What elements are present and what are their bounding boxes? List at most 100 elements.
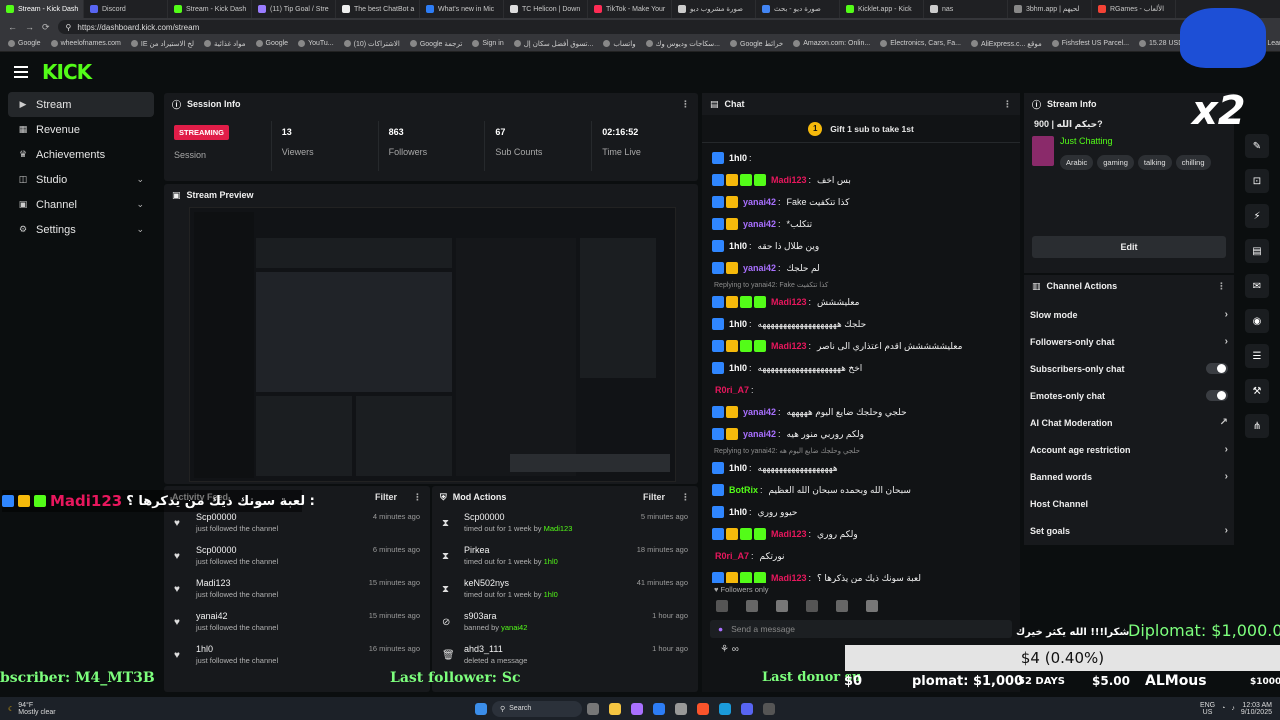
activity-username[interactable]: Madi123 <box>196 578 278 588</box>
browser-tab[interactable]: Kicklet.app - Kick <box>840 0 924 18</box>
browser-tab[interactable]: Stream - Kick Dash <box>0 0 84 18</box>
kick-logo[interactable]: KICK <box>42 60 92 84</box>
stream-tag[interactable]: chilling <box>1175 155 1211 170</box>
chat-message[interactable]: 1hl0: حلجك هههههههههههههههههههه <box>702 313 1020 335</box>
weather-widget[interactable]: ☾ 94°F Mostly clear <box>0 702 140 716</box>
lightning-icon[interactable]: ⚡ <box>1245 204 1269 228</box>
chat-message[interactable]: yanai42: ولكم روربي منور هيه <box>702 423 1020 445</box>
stream-tag[interactable]: Arabic <box>1060 155 1094 170</box>
mod-action-row[interactable]: ⊘ s903ara banned by yanai42 1 hour ago <box>432 607 698 640</box>
chat-message[interactable]: Madi123: معليششششش اقدم اعتذاري الى ناصر <box>702 335 1020 357</box>
chat-message[interactable]: R0ri_A7: نورتكم <box>702 545 1020 567</box>
activity-row[interactable]: ♥ 1hl0 just followed the channel 16 minutes… <box>164 640 430 673</box>
browser-tab[interactable]: (11) Tip Goal / Stre <box>252 0 336 18</box>
browser-tab[interactable]: TC Helicon | Down <box>504 0 588 18</box>
filter-button[interactable]: Filter <box>375 492 397 502</box>
more-icon[interactable]: ⋮ <box>681 492 690 503</box>
taskbar-search[interactable]: ⚲ Search <box>492 700 582 717</box>
stream-tag[interactable]: talking <box>1137 155 1172 170</box>
mod-action-row[interactable]: ⧗ Scp00000 timed out for 1 week by Madi123… <box>432 508 698 541</box>
mod-action-row[interactable]: 🗑 ahd3_111 deleted a message 1 hour ago <box>432 640 698 673</box>
chat-username[interactable]: 1hl0 <box>729 319 747 329</box>
chat-username[interactable]: 1hl0 <box>729 363 747 373</box>
bookmark-item[interactable]: واتساب <box>603 40 636 48</box>
wrench-icon[interactable]: ⚒ <box>1245 379 1269 403</box>
bookmark-item[interactable]: سكاجات وديوس وك... <box>645 40 720 48</box>
chat-message-input[interactable]: ● Send a message <box>710 620 1012 638</box>
bookmark-item[interactable]: Amazon.com: Onlin... <box>793 40 870 47</box>
chat-username[interactable]: R0ri_A7 <box>715 551 749 561</box>
browser-tab[interactable]: صورة مشروب ديو <box>672 0 756 18</box>
sidebar-item-settings[interactable]: ⚙ Settings ⌄ <box>8 217 154 242</box>
chat-username[interactable]: yanai42 <box>743 263 776 273</box>
browser-tab[interactable]: Stream - Kick Dash <box>168 0 252 18</box>
more-icon[interactable]: ⋮ <box>1217 281 1226 292</box>
chat-message[interactable]: yanai42: *تتكلب <box>702 213 1020 235</box>
stream-preview-video[interactable] <box>189 207 676 482</box>
clock-time[interactable]: 12:03 AM <box>1241 702 1272 709</box>
chat-message[interactable]: Madi123: ولكم روري <box>702 523 1020 545</box>
bookmark-item[interactable]: IE لخ الاستيراد من <box>130 40 194 48</box>
sidebar-item-studio[interactable]: ◫ Studio ⌄ <box>8 167 154 192</box>
bookmark-item[interactable]: Fishsfest US Parcel... <box>1051 40 1129 47</box>
browser-tab[interactable]: TikTok - Make Your <box>588 0 672 18</box>
chat-username[interactable]: Madi123 <box>771 573 807 583</box>
bookmark-item[interactable]: AliExpress.c... موقع <box>970 40 1042 48</box>
sidebar-item-stream[interactable]: ▶ Stream <box>8 92 154 117</box>
channel-action-account-age-restriction[interactable]: Account age restriction › <box>1024 436 1234 463</box>
emote[interactable] <box>776 600 788 612</box>
mod-username[interactable]: Madi123 <box>544 524 573 533</box>
reload-icon[interactable]: ⟳ <box>42 22 50 33</box>
sidebar-item-revenue[interactable]: ▦ Revenue <box>8 117 154 142</box>
chat-message[interactable]: 1hl0: وين طلال ذا حقه <box>702 235 1020 257</box>
bookmark-item[interactable]: Google خرائط <box>730 40 783 48</box>
activity-username[interactable]: Scp00000 <box>196 512 278 522</box>
list-icon[interactable]: ☰ <box>1245 344 1269 368</box>
mod-target-username[interactable]: Pirkea <box>464 545 558 555</box>
activity-row[interactable]: ♥ yanai42 just followed the channel 15 minu… <box>164 607 430 640</box>
chat-username[interactable]: Madi123 <box>771 341 807 351</box>
sidebar-item-channel[interactable]: ▣ Channel ⌄ <box>8 192 154 217</box>
chat-username[interactable]: yanai42 <box>743 197 776 207</box>
gift-sub-banner[interactable]: 1 Gift 1 sub to take 1st <box>702 115 1020 143</box>
emote[interactable] <box>806 600 818 612</box>
stream-tag[interactable]: gaming <box>1097 155 1134 170</box>
wifi-icon[interactable]: ◔ <box>1221 705 1225 712</box>
chat-message[interactable]: 1hl0: اخخ ههههههههههههههههههههه <box>702 357 1020 379</box>
share-icon[interactable]: ⋔ <box>1245 414 1269 438</box>
more-icon[interactable]: ⋮ <box>681 99 690 110</box>
bookmark-item[interactable]: Google <box>255 40 288 47</box>
toggle-switch[interactable] <box>1206 363 1228 374</box>
sidebar-item-achievements[interactable]: ♛ Achievements <box>8 142 154 167</box>
brave-icon[interactable] <box>697 702 709 715</box>
activity-username[interactable]: Scp00000 <box>196 545 278 555</box>
crop-icon[interactable]: ⊡ <box>1245 169 1269 193</box>
bookmark-item[interactable]: تسوق أفضل سكان إل... <box>513 40 593 48</box>
file-explorer-icon[interactable] <box>609 702 621 715</box>
toggle-switch[interactable] <box>1206 390 1228 401</box>
mod-username[interactable]: 1hl0 <box>544 557 558 566</box>
chat-username[interactable]: 1hl0 <box>729 241 747 251</box>
chat-username[interactable]: yanai42 <box>743 429 776 439</box>
bookmark-item[interactable]: Google ترجمة <box>409 40 462 48</box>
mod-target-username[interactable]: ahd3_111 <box>464 644 527 654</box>
bookmark-item[interactable]: Sign in <box>472 40 504 47</box>
activity-row[interactable]: ♥ Madi123 just followed the channel 15 minu… <box>164 574 430 607</box>
chat-username[interactable]: Madi123 <box>771 529 807 539</box>
browser-tab[interactable]: Discord <box>84 0 168 18</box>
chat-message[interactable]: Madi123: معليششش <box>702 291 1020 313</box>
channel-action-followers-only-chat[interactable]: Followers-only chat › <box>1024 328 1234 355</box>
bookmark-item[interactable]: YouTu... <box>298 40 334 47</box>
chat-username[interactable]: Madi123 <box>771 297 807 307</box>
activity-username[interactable]: yanai42 <box>196 611 278 621</box>
channel-action-ai-chat-moderation[interactable]: AI Chat Moderation ↗ <box>1024 409 1234 436</box>
browser-tab[interactable]: What's new in Mic <box>420 0 504 18</box>
broadcast-icon[interactable]: ◉ <box>1245 309 1269 333</box>
taskview-icon[interactable] <box>587 702 599 715</box>
menu-icon[interactable] <box>14 66 28 78</box>
mod-username[interactable]: yanai42 <box>501 623 527 632</box>
mod-target-username[interactable]: Scp00000 <box>464 512 572 522</box>
browser-tab[interactable]: 3bhm.app | لحيهم <box>1008 0 1092 18</box>
back-icon[interactable]: ← <box>8 22 17 32</box>
chat-username[interactable]: 1hl0 <box>729 463 747 473</box>
